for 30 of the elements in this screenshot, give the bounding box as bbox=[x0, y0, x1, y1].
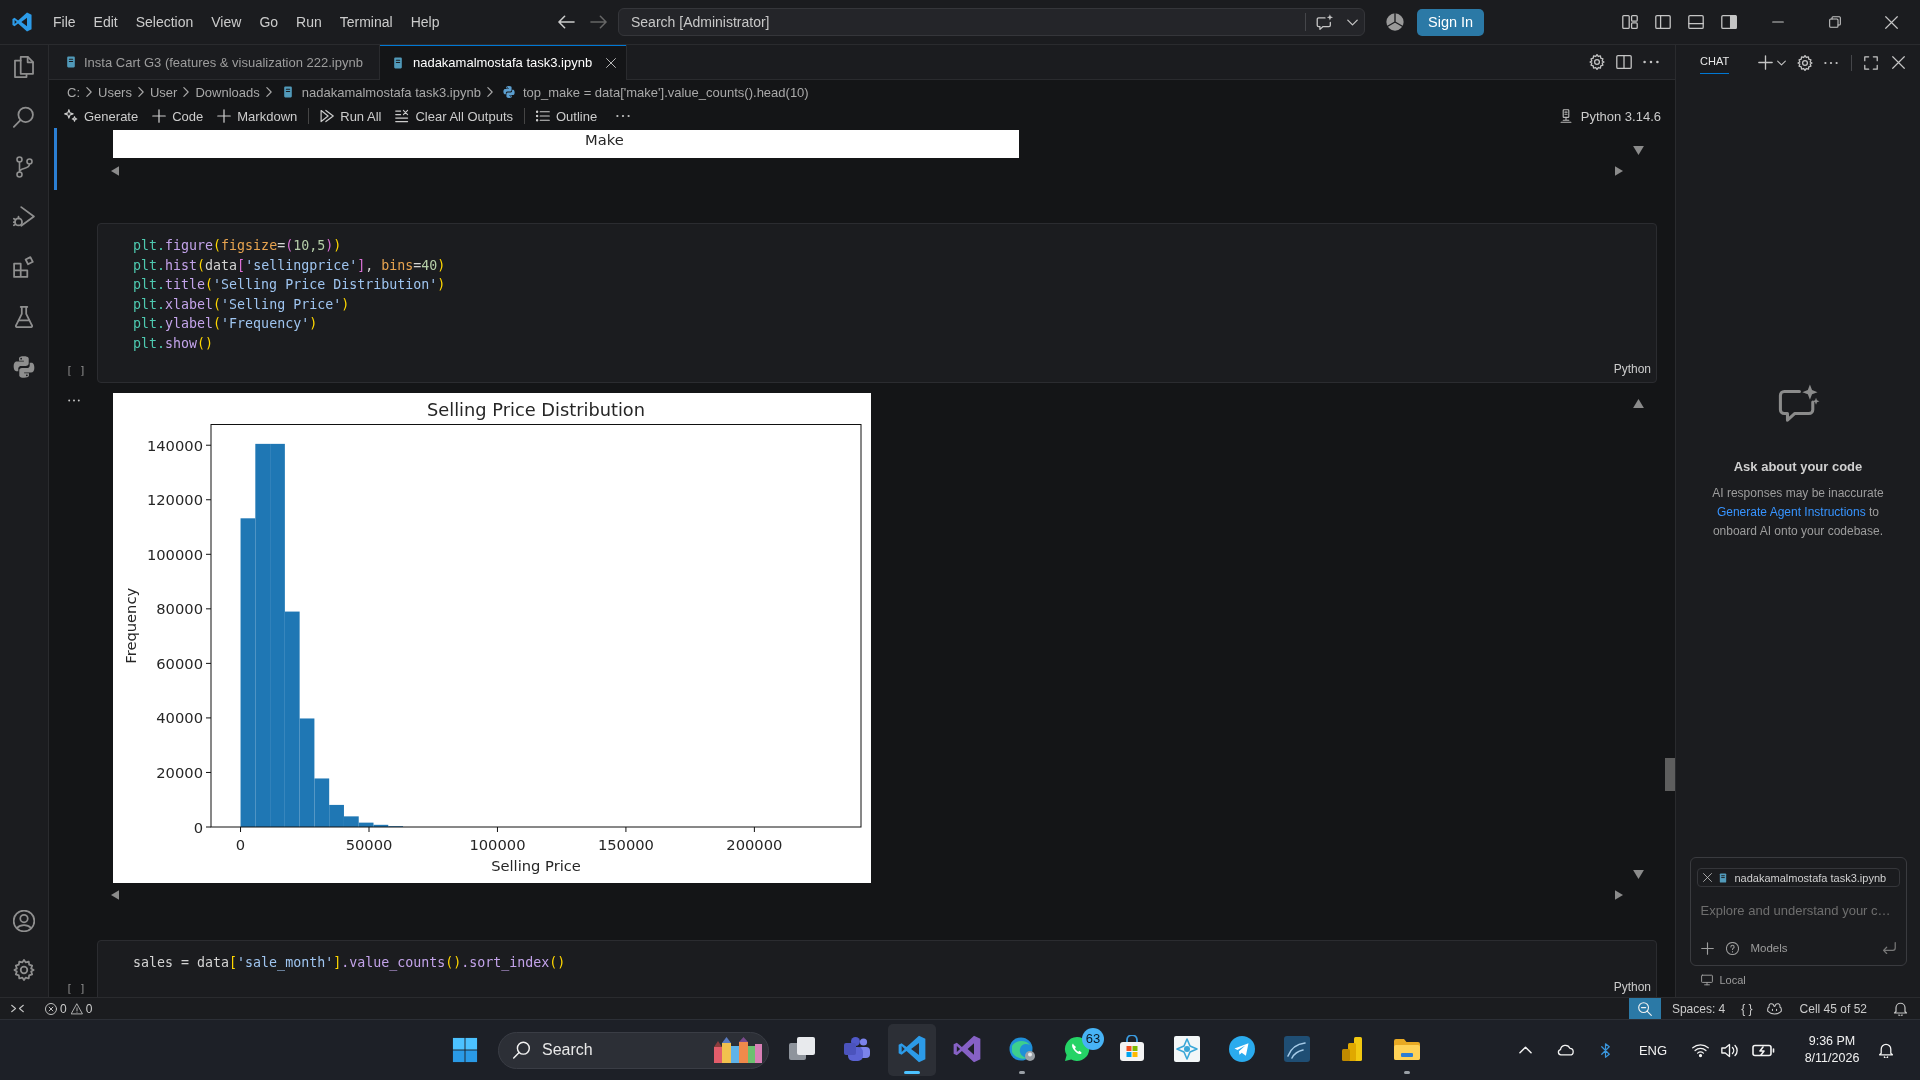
tick-label: 50000 bbox=[345, 835, 393, 853]
code-line: plt.title('Selling Price Distribution') bbox=[133, 276, 447, 295]
tick-label: 140000 bbox=[146, 436, 203, 454]
code-line: plt.ylabel('Frequency') bbox=[133, 315, 319, 334]
code-line: plt.show() bbox=[133, 334, 215, 353]
tick-label: 40000 bbox=[156, 709, 203, 726]
axis-label: Selling Price bbox=[491, 856, 581, 874]
tick-label: 0 bbox=[235, 835, 246, 853]
chat-heading: Ask about your code bbox=[1733, 459, 1863, 475]
tick-label: 100000 bbox=[146, 545, 203, 563]
tick-label: 20000 bbox=[156, 763, 203, 781]
tick-label: 150000 bbox=[597, 835, 654, 853]
execution-count: [ ] bbox=[66, 982, 86, 997]
chat-hint: Generate Agent Instructions to onboard AI onto your codebase. bbox=[1711, 504, 1885, 540]
code-line: plt.hist(data['sellingprice'], bins=40) bbox=[133, 256, 447, 275]
code-line: plt.figure(figsize=(10,5)) bbox=[133, 237, 343, 255]
tick-label: 120000 bbox=[146, 490, 203, 508]
tick-label: 200000 bbox=[726, 835, 783, 853]
chart-title: Selling Price Distribution bbox=[427, 398, 645, 420]
axis-label: Frequency bbox=[121, 587, 139, 664]
code-line: plt.xlabel('Selling Price') bbox=[133, 295, 351, 314]
execution-count: [ ] bbox=[66, 363, 86, 378]
tick-label: 80000 bbox=[156, 599, 203, 617]
count-badge: 63 bbox=[1082, 1028, 1104, 1050]
tick-label: 60000 bbox=[156, 654, 203, 672]
axis-label: Make bbox=[585, 130, 624, 149]
chat-disclaimer: AI responses may be inaccurate bbox=[1712, 485, 1884, 502]
tick-label: 100000 bbox=[469, 835, 526, 853]
tick-label: 0 bbox=[193, 818, 203, 836]
code-line: sales = data['sale_month'].value_counts().sort_index() bbox=[133, 953, 567, 973]
